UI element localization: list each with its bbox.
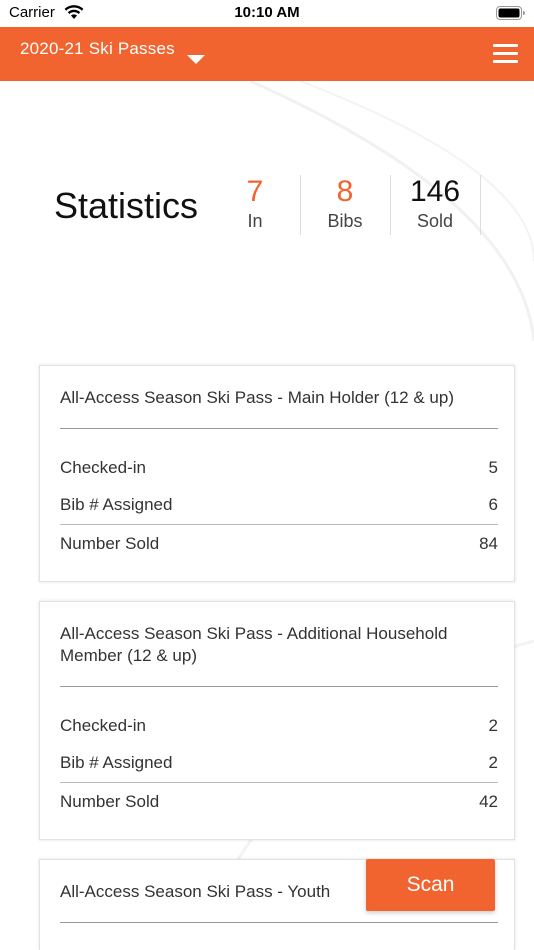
pass-title: All-Access Season Ski Pass - Additional … — [60, 624, 448, 665]
row-value: 84 — [479, 534, 498, 553]
stat-label: In — [247, 211, 263, 231]
row-label: Checked-in — [60, 458, 146, 477]
stat-value: 146 — [409, 175, 461, 208]
stat-value: 7 — [246, 175, 264, 208]
stat-value: 8 — [336, 175, 354, 208]
stat-label: Sold — [416, 211, 454, 231]
number-sold-row: Number Sold 42 — [60, 792, 498, 812]
row-value: 42 — [479, 792, 498, 811]
row-value: 2 — [488, 753, 498, 772]
divider — [60, 428, 498, 429]
pass-title: All-Access Season Ski Pass - Youth — [60, 882, 331, 901]
bib-assigned-row: Bib # Assigned 2 — [60, 753, 498, 773]
battery-icon — [496, 6, 525, 20]
row-label: Checked-in — [60, 716, 146, 735]
chevron-down-icon[interactable] — [187, 55, 205, 64]
stat-bibs: 8 Bibs — [300, 175, 390, 232]
bib-assigned-row: Bib # Assigned 6 — [60, 495, 498, 515]
divider — [60, 782, 498, 783]
statistics-title: Statistics — [54, 185, 199, 226]
divider — [60, 524, 498, 525]
divider — [60, 922, 498, 923]
row-label: Number Sold — [60, 534, 160, 553]
divider — [60, 686, 498, 687]
pass-selector-title[interactable]: 2020-21 Ski Passes — [20, 39, 175, 59]
row-value: 6 — [488, 495, 498, 514]
stat-divider — [480, 175, 481, 235]
status-bar: Carrier 10:10 AM — [0, 0, 534, 27]
stat-checked-in: 7 In — [210, 175, 300, 232]
row-label: Number Sold — [60, 792, 160, 811]
checked-in-row: Checked-in 2 — [60, 716, 498, 736]
row-value: 5 — [488, 458, 498, 477]
status-time: 10:10 AM — [234, 4, 300, 21]
statistics-panel: Statistics 7 In 8 Bibs 146 Sold — [0, 170, 534, 240]
number-sold-row: Number Sold 84 — [60, 534, 498, 554]
row-value: 2 — [488, 716, 498, 735]
checked-in-row: Checked-in 5 — [60, 458, 498, 478]
nav-bar: 2020-21 Ski Passes — [0, 27, 534, 81]
hamburger-menu-icon[interactable] — [493, 44, 518, 64]
row-label: Bib # Assigned — [60, 495, 173, 514]
row-label: Bib # Assigned — [60, 753, 173, 772]
stat-sold: 146 Sold — [390, 175, 480, 232]
scan-button[interactable]: Scan — [366, 859, 495, 911]
stat-label: Bibs — [327, 211, 363, 231]
pass-card[interactable]: All-Access Season Ski Pass - Main Holder… — [39, 365, 515, 582]
pass-card[interactable]: All-Access Season Ski Pass - Additional … — [39, 601, 515, 840]
pass-title: All-Access Season Ski Pass - Main Holder… — [60, 388, 454, 407]
